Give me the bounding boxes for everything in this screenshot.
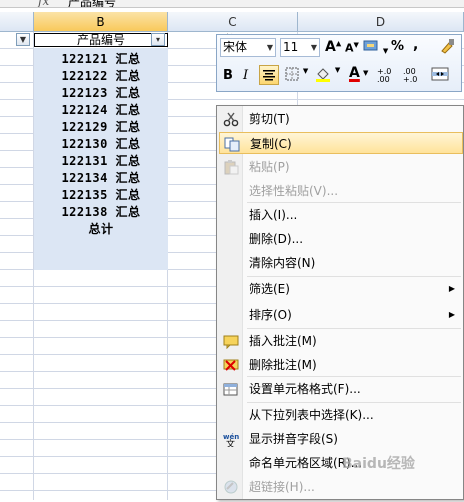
menu-item[interactable]: 复制(C) xyxy=(219,132,463,154)
subtotal-cell[interactable]: 122131 汇总 xyxy=(34,153,168,170)
filter-dropdown-a[interactable]: ▼ xyxy=(16,33,30,46)
watermark: Baidu经验 xyxy=(342,456,415,472)
menu-separator xyxy=(247,376,461,377)
decrease-decimal-button[interactable]: .00 +.0 xyxy=(403,68,425,84)
svg-text:文: 文 xyxy=(226,438,235,447)
menu-item[interactable]: wén 文显示拼音字段(S) xyxy=(219,428,463,450)
merge-center-icon[interactable] xyxy=(431,66,449,85)
comma-button[interactable]: , xyxy=(413,37,418,53)
menu-item-label: 剪切(T) xyxy=(249,112,290,126)
menu-item[interactable]: 命名单元格区域(R)... xyxy=(219,452,463,474)
subtotal-cell[interactable]: 122135 汇总 xyxy=(34,187,168,204)
total-cell[interactable]: 总计 xyxy=(34,221,168,238)
italic-button[interactable]: I xyxy=(243,68,248,83)
center-align-icon xyxy=(263,70,275,81)
column-header-a[interactable] xyxy=(0,12,34,32)
subtotal-cell[interactable]: 122134 汇总 xyxy=(34,170,168,187)
chevron-down-icon: ▼ xyxy=(310,43,317,52)
menu-separator xyxy=(247,328,461,329)
scissors-icon xyxy=(223,111,239,127)
menu-item-label: 粘贴(P) xyxy=(249,160,290,174)
menu-item-label: 从下拉列表中选择(K)... xyxy=(249,408,374,422)
grow-font-button[interactable]: A▲ xyxy=(325,39,341,55)
menu-item[interactable]: 设置单元格格式(F)... xyxy=(219,378,463,400)
menu-separator xyxy=(247,402,461,403)
subtotal-cell[interactable]: 122123 汇总 xyxy=(34,85,168,102)
submenu-arrow-icon: ▶ xyxy=(448,284,455,293)
menu-item-label: 显示拼音字段(S) xyxy=(249,432,338,446)
header-cell-product-code[interactable]: 产品编号 xyxy=(34,33,168,47)
menu-item-label: 删除批注(M) xyxy=(249,358,317,372)
filter-dropdown-b[interactable]: ▾ xyxy=(151,33,165,46)
formula-bar-content[interactable]: 产品编号 xyxy=(68,0,116,7)
menu-separator xyxy=(247,276,461,277)
menu-item[interactable]: 插入(I)... xyxy=(219,204,463,226)
chevron-down-icon: ▼ xyxy=(266,43,273,52)
subtotal-cell[interactable]: 122121 汇总 xyxy=(34,51,168,68)
shrink-font-button[interactable]: A▼ xyxy=(345,41,359,55)
menu-item[interactable]: 删除(D)... xyxy=(219,228,463,250)
fx-icon[interactable]: fx xyxy=(38,0,49,7)
menu-item[interactable]: 清除内容(N) xyxy=(219,252,463,274)
menu-item-label: 清除内容(N) xyxy=(249,256,316,270)
menu-item-label: 筛选(E) xyxy=(249,282,290,296)
percent-button[interactable]: % xyxy=(391,39,404,54)
font-color-button[interactable]: A xyxy=(349,65,360,81)
column-header-d[interactable]: D xyxy=(298,12,464,32)
hyperlink-icon xyxy=(223,479,239,495)
copy-icon xyxy=(224,136,240,152)
subtotal-cell[interactable]: 122130 汇总 xyxy=(34,136,168,153)
subtotal-cell[interactable]: 122122 汇总 xyxy=(34,68,168,85)
format-cells-icon xyxy=(223,381,239,397)
bold-button[interactable]: B xyxy=(223,68,233,83)
borders-icon xyxy=(285,67,299,81)
subtotal-cell[interactable]: 122129 汇总 xyxy=(34,119,168,136)
accounting-format-icon[interactable]: ▼ xyxy=(363,39,388,56)
menu-item[interactable]: 排序(O) ▶ xyxy=(219,304,463,326)
menu-item[interactable]: 筛选(E) ▶ xyxy=(219,278,463,300)
font-name-combo[interactable]: 宋体 ▼ xyxy=(220,38,276,57)
menu-item[interactable]: 从下拉列表中选择(K)... xyxy=(219,404,463,426)
paste-icon xyxy=(223,159,239,175)
increase-decimal-button[interactable]: +.0 .00 xyxy=(377,68,399,84)
subtotal-cell[interactable]: 122124 汇总 xyxy=(34,102,168,119)
context-menu: 剪切(T) 复制(C) 粘贴(P) 选择性粘贴(V)... 插入(I)... 删除(D).… xyxy=(216,105,464,500)
formula-bar: fx 产品编号 xyxy=(0,0,464,8)
font-size-combo[interactable]: 11 ▼ xyxy=(280,38,320,57)
column-header-c[interactable]: C xyxy=(168,12,298,32)
menu-item-label: 超链接(H)... xyxy=(249,480,315,494)
subtotal-cell[interactable]: 122138 汇总 xyxy=(34,204,168,221)
borders-button[interactable]: ▼ xyxy=(285,67,308,84)
menu-item[interactable]: 删除批注(M) xyxy=(219,354,463,376)
center-align-button[interactable] xyxy=(259,65,279,85)
menu-separator xyxy=(247,202,461,203)
insert-comment-icon xyxy=(223,333,239,350)
submenu-arrow-icon: ▶ xyxy=(448,310,455,319)
fill-color-icon xyxy=(316,68,330,82)
menu-item: 超链接(H)... xyxy=(219,476,463,498)
menu-item-label: 设置单元格格式(F)... xyxy=(249,382,361,396)
menu-item-label: 插入批注(M) xyxy=(249,334,317,348)
menu-item-label: 选择性粘贴(V)... xyxy=(249,184,339,198)
column-header-b[interactable]: B xyxy=(34,12,168,32)
mini-toolbar: 宋体 ▼ 11 ▼ A▲ A▼ ▼ % , B I ▼ ▼ A ▼ +.0 .00 … xyxy=(216,34,462,92)
menu-item[interactable]: 插入批注(M) xyxy=(219,330,463,352)
menu-item: 粘贴(P) xyxy=(219,156,463,178)
menu-item-label: 排序(O) xyxy=(249,308,292,322)
format-painter-icon[interactable] xyxy=(438,38,456,57)
menu-item[interactable]: 剪切(T) xyxy=(219,108,463,130)
menu-item-label: 删除(D)... xyxy=(249,232,304,246)
delete-comment-icon xyxy=(223,357,239,373)
fill-color-button[interactable]: ▼ xyxy=(315,66,340,85)
menu-item-label: 复制(C) xyxy=(250,137,292,151)
chevron-down-icon[interactable]: ▼ xyxy=(363,69,368,77)
phonetic-icon: wén 文 xyxy=(223,431,239,450)
menu-item-label: 插入(I)... xyxy=(249,208,298,222)
menu-item: 选择性粘贴(V)... xyxy=(219,180,463,202)
